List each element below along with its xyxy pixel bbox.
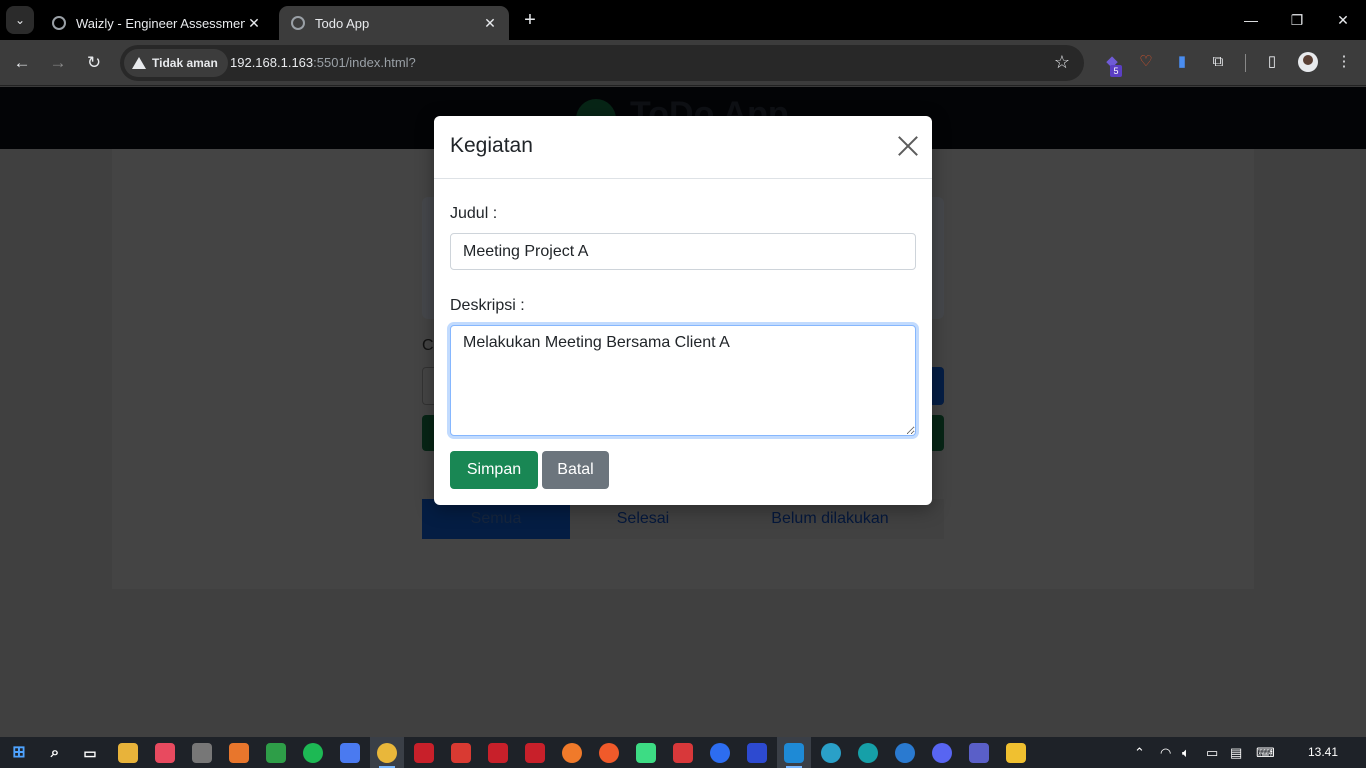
tab-todo-app[interactable]: Todo App ✕: [279, 6, 509, 40]
globe-icon: [291, 16, 305, 30]
globe-icon: [52, 16, 66, 30]
windows-taskbar: ⊞ ⌕ ▭ ⌃ ◠ 🔈︎ ▭ ▤ ⌨ 13.41: [0, 737, 1366, 768]
back-icon[interactable]: ←: [10, 51, 34, 75]
chart-app-icon[interactable]: [266, 743, 286, 763]
window-close-icon[interactable]: ✕: [1331, 8, 1355, 32]
android-icon[interactable]: [636, 743, 656, 763]
activity-modal: Kegiatan Judul : Deskripsi : Melakukan M…: [434, 116, 932, 505]
modal-header: Kegiatan: [434, 116, 932, 179]
url-text[interactable]: 192.168.1.163:5501/index.html?: [230, 55, 416, 70]
browser-tab-strip: ⌄ Waizly - Engineer Assessment ✕ Todo Ap…: [0, 0, 1366, 40]
volume-icon[interactable]: 🔈︎: [1182, 745, 1190, 761]
side-panel-icon[interactable]: ▯: [1262, 52, 1282, 72]
menu-kebab-icon[interactable]: ⋮: [1334, 52, 1354, 72]
security-label: Tidak aman: [152, 56, 218, 70]
close-icon[interactable]: ✕: [245, 15, 263, 32]
app-icon[interactable]: [821, 743, 841, 763]
url-host: 192.168.1.163: [230, 55, 314, 70]
app-icon[interactable]: [451, 743, 471, 763]
reload-icon[interactable]: ↻: [82, 51, 106, 75]
browser-toolbar: ← → ↻ Tidak aman 192.168.1.163:5501/inde…: [0, 40, 1366, 86]
description-label: Deskripsi :: [450, 297, 525, 314]
app-icon[interactable]: [488, 743, 508, 763]
zoom-icon[interactable]: [710, 743, 730, 763]
security-chip[interactable]: Tidak aman: [124, 49, 228, 77]
app-icon[interactable]: [340, 743, 360, 763]
address-bar[interactable]: Tidak aman 192.168.1.163:5501/index.html…: [120, 45, 1084, 81]
file-explorer-icon[interactable]: [118, 743, 138, 763]
cancel-button[interactable]: Batal: [542, 451, 609, 489]
minimize-icon[interactable]: —: [1239, 8, 1263, 32]
app-icon[interactable]: [599, 743, 619, 763]
wifi-icon[interactable]: ◠: [1160, 745, 1171, 761]
description-textarea[interactable]: Melakukan Meeting Bersama Client A: [450, 325, 916, 436]
arduino-icon[interactable]: [858, 743, 878, 763]
tab-title: Todo App: [315, 15, 370, 31]
xampp-icon[interactable]: [229, 743, 249, 763]
discord-icon[interactable]: [932, 743, 952, 763]
chevron-down-icon: ⌄: [14, 13, 26, 27]
drive-extension-icon[interactable]: ▮: [1172, 52, 1192, 72]
app-icon[interactable]: [155, 743, 175, 763]
chevron-up-icon[interactable]: ⌃: [1134, 745, 1145, 761]
heart-extension-icon[interactable]: ♡: [1136, 52, 1156, 72]
modal-title: Kegiatan: [450, 134, 533, 157]
chrome-icon[interactable]: [377, 743, 397, 763]
teams-icon[interactable]: [969, 743, 989, 763]
task-view-icon[interactable]: ▭: [80, 743, 100, 763]
app-icon[interactable]: [192, 743, 212, 763]
extension-badge: 5: [1110, 65, 1122, 77]
title-input[interactable]: [450, 233, 916, 270]
puzzle-icon[interactable]: ⧉: [1208, 52, 1228, 72]
forward-icon[interactable]: →: [46, 51, 70, 75]
toolbar-divider: [1245, 54, 1246, 72]
app-icon[interactable]: [673, 743, 693, 763]
chat-icon[interactable]: ▤: [1230, 745, 1242, 761]
title-label: Judul :: [450, 205, 498, 222]
bookmark-star-icon[interactable]: ☆: [1054, 52, 1070, 73]
restore-icon[interactable]: ❐: [1285, 8, 1309, 32]
windows-start-icon[interactable]: ⊞: [9, 743, 29, 763]
vscode-icon[interactable]: [784, 743, 804, 763]
url-path: :5501/index.html?: [313, 55, 416, 70]
firefox-icon[interactable]: [562, 743, 582, 763]
app-icon[interactable]: [747, 743, 767, 763]
save-button[interactable]: Simpan: [450, 451, 538, 489]
close-icon[interactable]: [898, 136, 918, 156]
close-icon[interactable]: ✕: [481, 15, 499, 32]
app-icon[interactable]: [895, 743, 915, 763]
app-icon[interactable]: [414, 743, 434, 763]
search-icon[interactable]: ⌕: [45, 743, 65, 763]
clock[interactable]: 13.41: [1308, 745, 1338, 759]
tab-search-button[interactable]: ⌄: [6, 6, 34, 34]
keyboard-icon[interactable]: ⌨: [1256, 745, 1275, 761]
intellij-icon[interactable]: [1006, 743, 1026, 763]
spotify-icon[interactable]: [303, 743, 323, 763]
tab-title: Waizly - Engineer Assessment: [76, 15, 245, 31]
tab-waizly[interactable]: Waizly - Engineer Assessment ✕: [40, 6, 273, 40]
filezilla-icon[interactable]: [525, 743, 545, 763]
new-tab-button[interactable]: +: [519, 10, 541, 32]
avatar[interactable]: [1298, 52, 1318, 72]
warning-icon: [132, 57, 146, 69]
battery-icon[interactable]: ▭: [1206, 745, 1218, 761]
